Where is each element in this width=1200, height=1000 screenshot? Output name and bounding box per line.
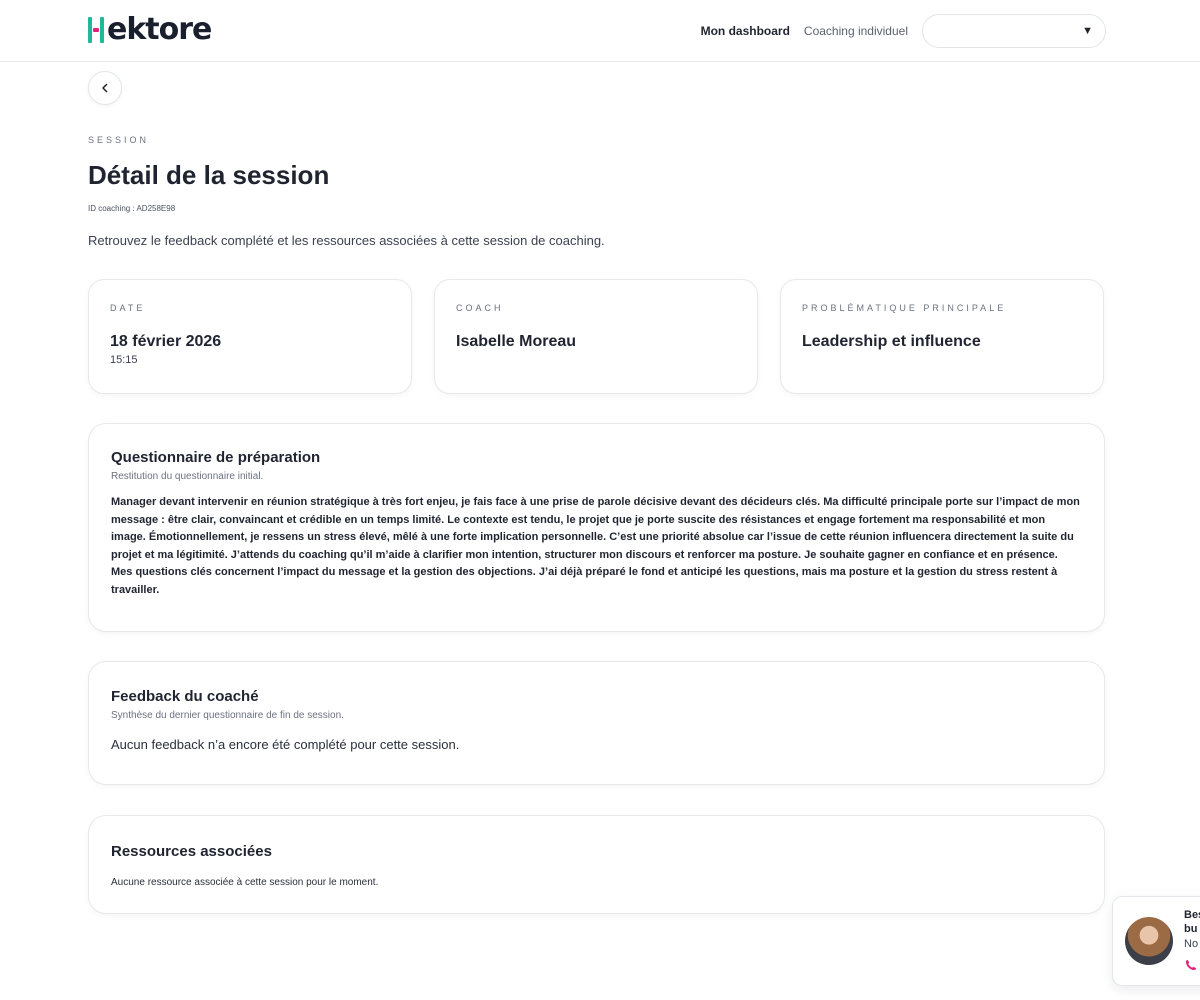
resources-title: Ressources associées (111, 843, 272, 860)
feedback-title: Feedback du coaché (111, 688, 259, 705)
resources-content: Aucune ressource associée à cette sessio… (111, 877, 379, 888)
page-intro: Retrouvez le feedback complété et les re… (88, 233, 605, 248)
contact-widget-line2: bu (1184, 923, 1198, 935)
date-value: 18 février 2026 (110, 333, 222, 350)
problem-card: PROBLÉMATIQUE PRINCIPALE Leadership et i… (780, 279, 1104, 394)
time-value: 15:15 (110, 354, 138, 366)
caret-down-icon: ▼ (1082, 25, 1093, 37)
questionnaire-title: Questionnaire de préparation (111, 449, 321, 466)
main-nav: Mon dashboard Coaching individuel ▼ (701, 14, 1106, 48)
advisor-avatar (1125, 917, 1173, 965)
coach-card: COACH Isabelle Moreau (434, 279, 758, 394)
contact-widget[interactable]: Bes bu No (1112, 896, 1200, 986)
questionnaire-description: Restitution du questionnaire initial. (111, 471, 264, 482)
phone-icon[interactable] (1185, 959, 1197, 971)
feedback-description: Synthèse du dernier questionnaire de fin… (111, 710, 344, 721)
top-navigation-bar: ektore Mon dashboard Coaching individuel… (0, 0, 1200, 62)
contact-widget-line3: No (1184, 938, 1199, 950)
coach-label: COACH (456, 303, 504, 313)
resources-section: Ressources associées Aucune ressource as… (88, 815, 1105, 914)
questionnaire-section: Questionnaire de préparation Restitution… (88, 423, 1105, 632)
feedback-section: Feedback du coaché Synthèse du dernier q… (88, 661, 1105, 785)
chevron-left-icon (102, 83, 108, 93)
nav-link-coaching[interactable]: Coaching individuel (804, 24, 908, 38)
contact-widget-line1: Bes (1184, 909, 1200, 921)
account-select[interactable]: ▼ (922, 14, 1106, 48)
nav-link-dashboard[interactable]: Mon dashboard (701, 24, 790, 38)
problem-value: Leadership et influence (802, 333, 981, 350)
logo-mark-icon (88, 15, 104, 45)
page-eyebrow: SESSION (88, 135, 150, 145)
coach-name: Isabelle Moreau (456, 333, 577, 350)
date-label: DATE (110, 303, 146, 313)
brand-logo[interactable]: ektore (88, 12, 212, 48)
questionnaire-content: Manager devant intervenir en réunion str… (111, 496, 1080, 596)
feedback-content: Aucun feedback n’a encore été complété p… (111, 737, 460, 752)
problem-label: PROBLÉMATIQUE PRINCIPALE (802, 303, 1007, 313)
coaching-id: ID coaching : AD258E98 (88, 204, 176, 213)
brand-name: ektore (107, 12, 212, 47)
page-title: Détail de la session (88, 160, 330, 190)
back-button[interactable] (88, 71, 122, 105)
date-card: DATE 18 février 2026 15:15 (88, 279, 412, 394)
